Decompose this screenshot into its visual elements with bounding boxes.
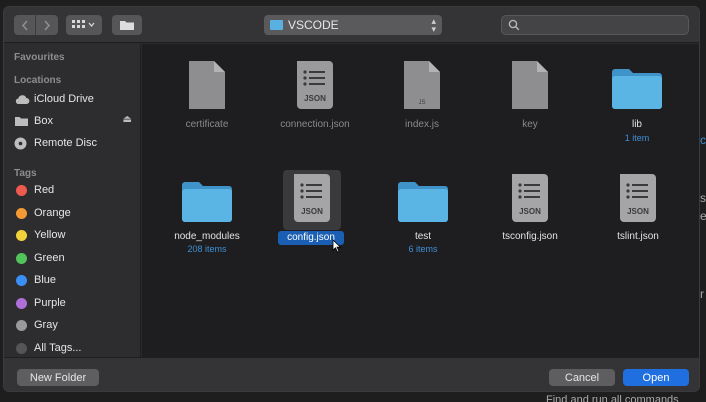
item-count: 208 items bbox=[187, 244, 227, 254]
updown-arrows-icon: ▴ ▾ bbox=[431, 16, 436, 34]
file-type-label: JSON bbox=[627, 207, 649, 216]
file-name: certificate bbox=[185, 119, 229, 130]
background-text: r bbox=[700, 287, 704, 301]
file-name: lib bbox=[631, 119, 642, 130]
tag-dot-icon bbox=[16, 274, 27, 286]
sidebar-item-label: Blue bbox=[34, 274, 57, 286]
sidebar-tag-red[interactable]: Red bbox=[14, 180, 132, 200]
sidebar-item-label: Red bbox=[34, 184, 55, 196]
folder-icon bbox=[120, 21, 134, 30]
location-dropdown[interactable]: VSCODE ▴ ▾ bbox=[264, 15, 442, 35]
folder-icon bbox=[612, 69, 662, 109]
folder-icon bbox=[270, 20, 283, 30]
file-type-label: JSON bbox=[519, 207, 541, 216]
dialog-footer: New Folder Cancel Open bbox=[4, 357, 699, 391]
tag-dot-icon bbox=[16, 297, 27, 309]
file-type-label: JS bbox=[418, 100, 426, 106]
tag-dot-icon bbox=[16, 252, 27, 264]
background-text: c bbox=[700, 133, 706, 147]
forward-button[interactable] bbox=[36, 15, 58, 35]
sidebar-section-locations: Locations bbox=[14, 75, 62, 86]
search-icon bbox=[508, 19, 520, 31]
back-button[interactable] bbox=[14, 15, 36, 35]
eject-icon[interactable]: ⏏ bbox=[123, 114, 132, 125]
sidebar-item-label: Box bbox=[34, 115, 53, 127]
file-name: connection.json bbox=[280, 119, 350, 130]
search-input[interactable] bbox=[501, 15, 689, 35]
folder-icon bbox=[182, 182, 232, 222]
sidebar-item-icloud-drive[interactable]: iCloud Drive bbox=[14, 89, 132, 109]
tag-dot-icon bbox=[16, 229, 27, 241]
file-type-label: JSON bbox=[304, 94, 326, 103]
cloud-icon bbox=[15, 94, 30, 104]
sidebar-item-label: Green bbox=[34, 252, 65, 264]
sidebar-section-tags: Tags bbox=[14, 168, 37, 179]
sidebar-item-label: Remote Disc bbox=[34, 137, 97, 149]
tag-dot-icon bbox=[16, 184, 27, 196]
location-label: VSCODE bbox=[288, 18, 339, 32]
sidebar-tag-gray[interactable]: Gray bbox=[14, 315, 132, 335]
sidebar-tag-all[interactable]: All Tags... bbox=[14, 338, 132, 358]
item-count: 1 item bbox=[624, 133, 650, 143]
navigation-buttons bbox=[14, 15, 58, 35]
file-name: key bbox=[522, 119, 538, 130]
sidebar-item-label: Yellow bbox=[34, 229, 66, 241]
sidebar-tag-purple[interactable]: Purple bbox=[14, 293, 132, 313]
file-name: tsconfig.json bbox=[502, 231, 558, 242]
sidebar-section-favourites: Favourites bbox=[14, 52, 65, 63]
sidebar-item-label: All Tags... bbox=[34, 342, 82, 354]
sidebar-tag-blue[interactable]: Blue bbox=[14, 270, 132, 290]
document-icon bbox=[189, 61, 225, 109]
grid-view-icon bbox=[72, 20, 95, 28]
background-text: e bbox=[700, 209, 706, 223]
cancel-button[interactable]: Cancel bbox=[549, 369, 615, 386]
new-folder-toolbar-button[interactable] bbox=[112, 15, 142, 35]
file-name: index.js bbox=[405, 119, 439, 130]
open-file-dialog: VSCODE ▴ ▾ Favourites Locations iCloud Dr… bbox=[3, 6, 700, 392]
sidebar-item-box[interactable]: Box ⏏ bbox=[14, 111, 132, 131]
new-folder-button[interactable]: New Folder bbox=[17, 369, 99, 386]
folder-icon bbox=[15, 117, 28, 126]
item-count: 6 items bbox=[408, 244, 438, 254]
folder-icon bbox=[398, 182, 448, 222]
sidebar-tag-green[interactable]: Green bbox=[14, 248, 132, 268]
tag-dot-icon bbox=[16, 342, 27, 354]
disc-icon bbox=[14, 137, 27, 149]
chevron-right-icon bbox=[44, 19, 51, 31]
open-button[interactable]: Open bbox=[623, 369, 689, 386]
sidebar-item-label: Orange bbox=[34, 207, 71, 219]
sidebar-tag-yellow[interactable]: Yellow bbox=[14, 225, 132, 245]
document-icon bbox=[512, 61, 548, 109]
sidebar-item-label: Gray bbox=[34, 319, 58, 331]
file-name: tslint.json bbox=[617, 231, 659, 242]
background-text: s bbox=[700, 191, 706, 205]
file-name: node_modules bbox=[174, 231, 240, 242]
background-text: Find and run all commands bbox=[546, 394, 679, 402]
file-type-label: JSON bbox=[301, 207, 323, 216]
sidebar-item-label: iCloud Drive bbox=[34, 93, 94, 105]
toolbar: VSCODE ▴ ▾ bbox=[4, 7, 699, 43]
sidebar-tag-orange[interactable]: Orange bbox=[14, 203, 132, 223]
chevron-left-icon bbox=[21, 19, 28, 31]
sidebar-item-remote-disc[interactable]: Remote Disc bbox=[14, 133, 132, 153]
sidebar-item-label: Purple bbox=[34, 297, 66, 309]
sidebar: Favourites Locations iCloud Drive Box ⏏ … bbox=[4, 44, 141, 357]
tag-dot-icon bbox=[16, 207, 27, 219]
file-browser: certificate JSON connection.json JS inde… bbox=[142, 44, 699, 357]
tag-dot-icon bbox=[16, 319, 27, 331]
view-options-button[interactable] bbox=[66, 15, 102, 35]
file-name: test bbox=[414, 231, 432, 242]
mouse-cursor-icon bbox=[332, 239, 342, 253]
